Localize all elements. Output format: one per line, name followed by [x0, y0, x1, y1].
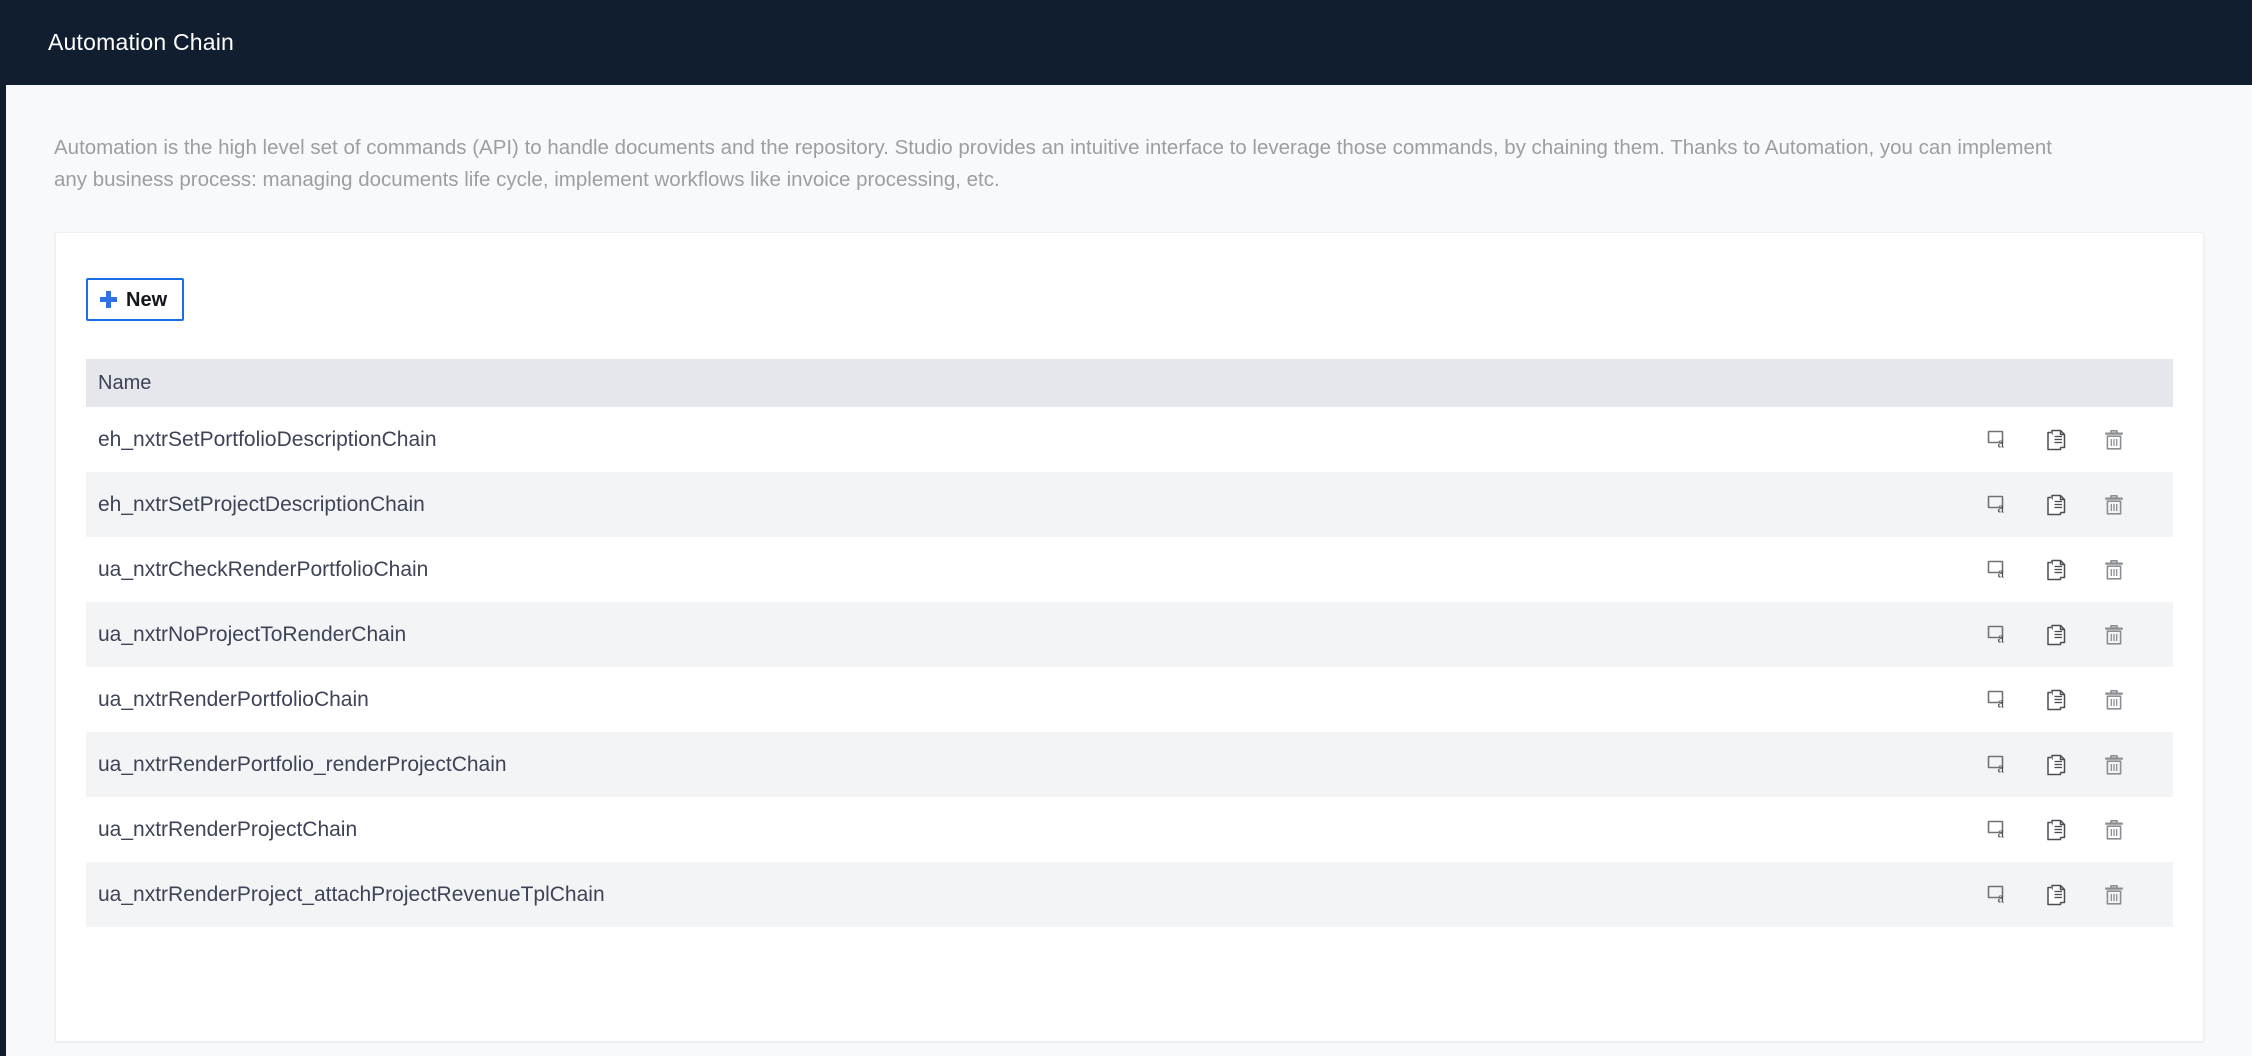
row-actions: a	[1884, 622, 2127, 648]
rename-icon[interactable]: a	[1985, 492, 2011, 518]
table-row[interactable]: eh_nxtrSetProjectDescriptionChain a	[86, 472, 2173, 537]
row-actions-cell: a	[1883, 862, 2173, 927]
rename-icon[interactable]: a	[1985, 687, 2011, 713]
plus-icon	[100, 291, 117, 308]
left-rail	[0, 0, 6, 1056]
column-header-actions	[1883, 359, 2173, 407]
chain-name-cell: eh_nxtrSetPortfolioDescriptionChain	[98, 427, 437, 451]
row-actions-cell: a	[1883, 537, 2173, 602]
trash-icon[interactable]	[2101, 427, 2127, 453]
table-body: eh_nxtrSetPortfolioDescriptionChain a eh…	[86, 407, 2173, 927]
new-button-label: New	[126, 288, 168, 311]
automation-chain-card: New Name eh_nxtrSetPortfolioDescriptionC…	[55, 232, 2204, 1042]
duplicate-icon[interactable]	[2043, 817, 2069, 843]
duplicate-icon[interactable]	[2043, 427, 2069, 453]
duplicate-icon[interactable]	[2043, 752, 2069, 778]
duplicate-icon[interactable]	[2043, 557, 2069, 583]
column-header-name[interactable]: Name	[86, 359, 1883, 407]
trash-icon[interactable]	[2101, 882, 2127, 908]
row-actions-cell: a	[1883, 667, 2173, 732]
row-actions-cell: a	[1883, 407, 2173, 472]
row-actions: a	[1884, 687, 2127, 713]
svg-text:a: a	[1998, 500, 2005, 516]
chain-table-wrap: Name eh_nxtrSetPortfolioDescriptionChain…	[56, 321, 2203, 927]
table-row[interactable]: ua_nxtrCheckRenderPortfolioChain a	[86, 537, 2173, 602]
table-row[interactable]: ua_nxtrRenderProject_attachProjectRevenu…	[86, 862, 2173, 927]
rename-icon[interactable]: a	[1985, 622, 2011, 648]
chain-name-cell: ua_nxtrRenderPortfolioChain	[98, 687, 369, 711]
page-root: Automation Chain Automation is the high …	[0, 0, 2252, 1056]
duplicate-icon[interactable]	[2043, 882, 2069, 908]
row-actions: a	[1884, 427, 2127, 453]
chain-name-cell: ua_nxtrRenderProject_attachProjectRevenu…	[98, 882, 605, 906]
table-row[interactable]: ua_nxtrRenderPortfolio_renderProjectChai…	[86, 732, 2173, 797]
row-actions-cell: a	[1883, 797, 2173, 862]
svg-text:a: a	[1998, 565, 2005, 581]
rename-icon[interactable]: a	[1985, 882, 2011, 908]
row-actions: a	[1884, 752, 2127, 778]
svg-text:a: a	[1998, 630, 2005, 646]
svg-text:a: a	[1998, 825, 2005, 841]
table-row[interactable]: ua_nxtrRenderProjectChain a	[86, 797, 2173, 862]
new-button[interactable]: New	[86, 278, 185, 321]
row-actions-cell: a	[1883, 602, 2173, 667]
rename-icon[interactable]: a	[1985, 557, 2011, 583]
chain-name-cell: ua_nxtrCheckRenderPortfolioChain	[98, 557, 429, 581]
rename-icon[interactable]: a	[1985, 427, 2011, 453]
trash-icon[interactable]	[2101, 557, 2127, 583]
trash-icon[interactable]	[2101, 622, 2127, 648]
row-actions: a	[1884, 557, 2127, 583]
svg-text:a: a	[1998, 435, 2005, 451]
duplicate-icon[interactable]	[2043, 687, 2069, 713]
svg-text:a: a	[1998, 695, 2005, 711]
table-header-row: Name	[86, 359, 2173, 407]
card-toolbar: New	[56, 233, 2203, 321]
table-row[interactable]: eh_nxtrSetPortfolioDescriptionChain a	[86, 407, 2173, 472]
duplicate-icon[interactable]	[2043, 492, 2069, 518]
trash-icon[interactable]	[2101, 687, 2127, 713]
trash-icon[interactable]	[2101, 752, 2127, 778]
row-actions-cell: a	[1883, 732, 2173, 797]
content-area: Automation is the high level set of comm…	[6, 85, 2252, 1056]
page-title: Automation Chain	[48, 29, 235, 55]
automation-chain-table: Name eh_nxtrSetPortfolioDescriptionChain…	[86, 359, 2173, 927]
rename-icon[interactable]: a	[1985, 817, 2011, 843]
trash-icon[interactable]	[2101, 817, 2127, 843]
app-header: Automation Chain	[6, 0, 2252, 85]
row-actions-cell: a	[1883, 472, 2173, 537]
row-actions: a	[1884, 492, 2127, 518]
chain-name-cell: eh_nxtrSetProjectDescriptionChain	[98, 492, 425, 516]
svg-text:a: a	[1998, 760, 2005, 776]
page-description: Automation is the high level set of comm…	[54, 136, 2052, 191]
chain-name-cell: ua_nxtrRenderPortfolio_renderProjectChai…	[98, 752, 507, 776]
table-row[interactable]: ua_nxtrNoProjectToRenderChain a	[86, 602, 2173, 667]
chain-name-cell: ua_nxtrNoProjectToRenderChain	[98, 622, 407, 646]
duplicate-icon[interactable]	[2043, 622, 2069, 648]
row-actions: a	[1884, 882, 2127, 908]
rename-icon[interactable]: a	[1985, 752, 2011, 778]
trash-icon[interactable]	[2101, 492, 2127, 518]
svg-text:a: a	[1998, 890, 2005, 906]
table-header: Name	[86, 359, 2173, 407]
table-row[interactable]: ua_nxtrRenderPortfolioChain a	[86, 667, 2173, 732]
chain-name-cell: ua_nxtrRenderProjectChain	[98, 817, 358, 841]
row-actions: a	[1884, 817, 2127, 843]
